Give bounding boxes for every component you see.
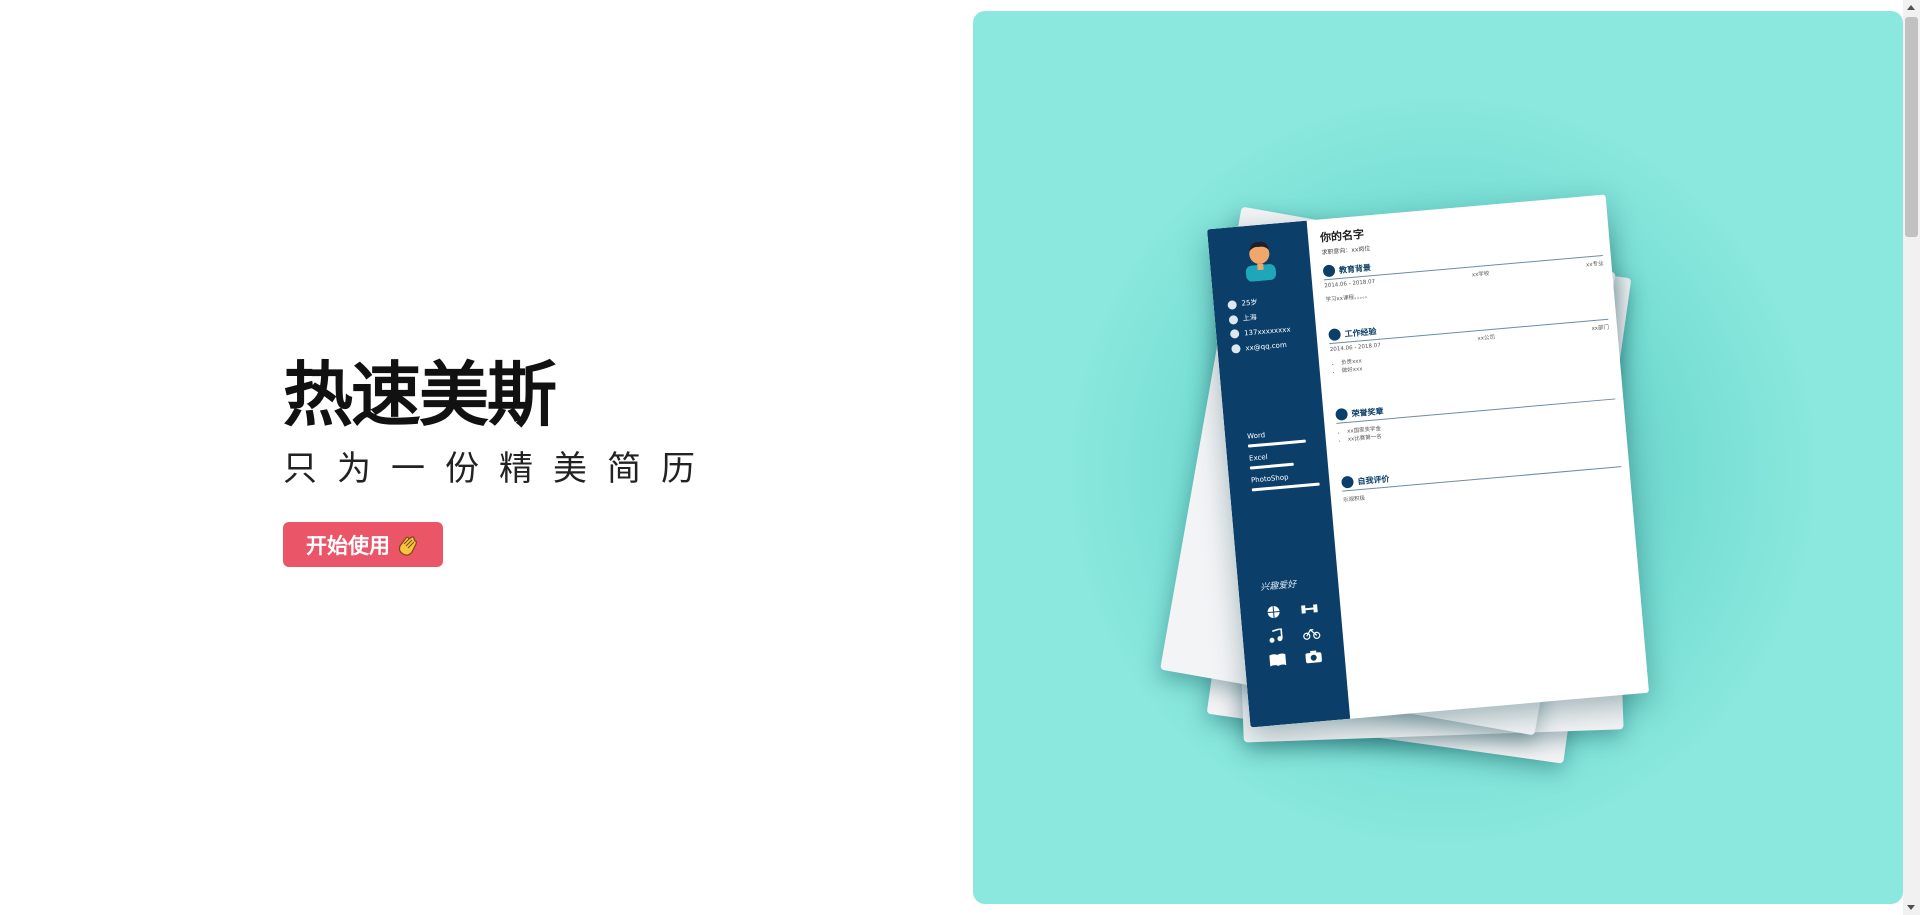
resume-stack: 25岁 上海 137xxxxxxxx xx@qq.com Word Excel … [973,11,1903,904]
self-eval-section: 自我评价 乐观积极 [1341,452,1622,504]
work-company: xx公司 [1477,334,1496,343]
contact-email: xx@qq.com [1231,340,1287,354]
contact-text: 25岁 [1241,298,1258,308]
resume-main: 你的名字 求职意向：xx岗位 教育背景 2014.06 - 2018.07 xx… [1307,195,1649,719]
contact-phone: 137xxxxxxxx [1229,324,1291,339]
skill-photoshop: PhotoShop [1251,471,1320,492]
skill-word: Word [1247,428,1306,448]
graduation-icon [1322,264,1336,278]
contact-location: 上海 [1228,312,1258,325]
work-date: 2014.06 - 2018.07 [1329,342,1382,354]
briefcase-icon [1328,328,1342,342]
honors-section: 荣誉奖章 xx国家奖学金 xx比赛第一名 [1335,384,1617,443]
location-icon [1228,314,1239,325]
contact-text: 137xxxxxxxx [1243,324,1291,338]
dumbbell-icon [1301,604,1318,614]
book-icon [1269,653,1287,667]
skill-bar [1251,482,1320,492]
scroll-down-arrow-icon[interactable] [1907,905,1915,910]
education-school: xx学校 [1471,270,1490,279]
contact-text: xx@qq.com [1245,340,1288,352]
music-icon [1269,628,1283,643]
person-icon [1227,299,1237,310]
section-title: 工作经验 [1344,326,1377,339]
section-title: 教育背景 [1338,262,1372,275]
section-title: 自我评价 [1357,473,1390,486]
education-major: xx专业 [1585,260,1604,269]
skill-excel: Excel [1249,451,1294,470]
phone-icon [1229,328,1240,339]
camera-icon [1305,650,1322,664]
work-dept: xx部门 [1591,324,1610,333]
mail-icon [1231,343,1241,354]
resume-preview-panel: 25岁 上海 137xxxxxxxx xx@qq.com Word Excel … [973,11,1903,904]
contact-age: 25岁 [1227,297,1258,310]
hero-title: 热速美斯 [283,354,557,436]
scroll-thumb[interactable] [1905,17,1918,237]
medal-icon [1335,407,1349,421]
resume-intent: 求职意向：xx岗位 [1321,245,1371,257]
contact-text: 上海 [1242,313,1258,323]
basketball-icon [1267,606,1280,619]
education-date: 2014.06 - 2018.07 [1324,278,1376,290]
hero-subtitle: 只为一份精美简历 [283,449,715,489]
clapping-hands-icon [398,535,417,556]
hero-section: 热速美斯 只为一份精美简历 开始使用 [283,354,715,567]
start-button-label: 开始使用 [306,533,390,558]
chat-icon [1341,475,1355,489]
skill-label: Word [1246,431,1266,441]
skill-label: Excel [1248,452,1268,463]
resume-card: 25岁 上海 137xxxxxxxx xx@qq.com Word Excel … [1206,194,1650,728]
start-button[interactable]: 开始使用 [283,522,443,567]
section-title: 荣誉奖章 [1351,406,1384,418]
scroll-up-arrow-icon[interactable] [1907,5,1915,10]
skill-bar [1249,462,1294,470]
work-section: 工作经验 2014.06 - 2018.07 xx公司 xx部门 负责xxx 做… [1328,305,1611,375]
avatar [1245,241,1277,282]
bicycle-icon [1303,628,1321,640]
resume-name: 你的名字 [1319,227,1365,245]
skill-bar [1247,439,1306,448]
page-scrollbar[interactable] [1903,0,1920,915]
hobby-title: 兴趣爱好 [1260,579,1297,594]
